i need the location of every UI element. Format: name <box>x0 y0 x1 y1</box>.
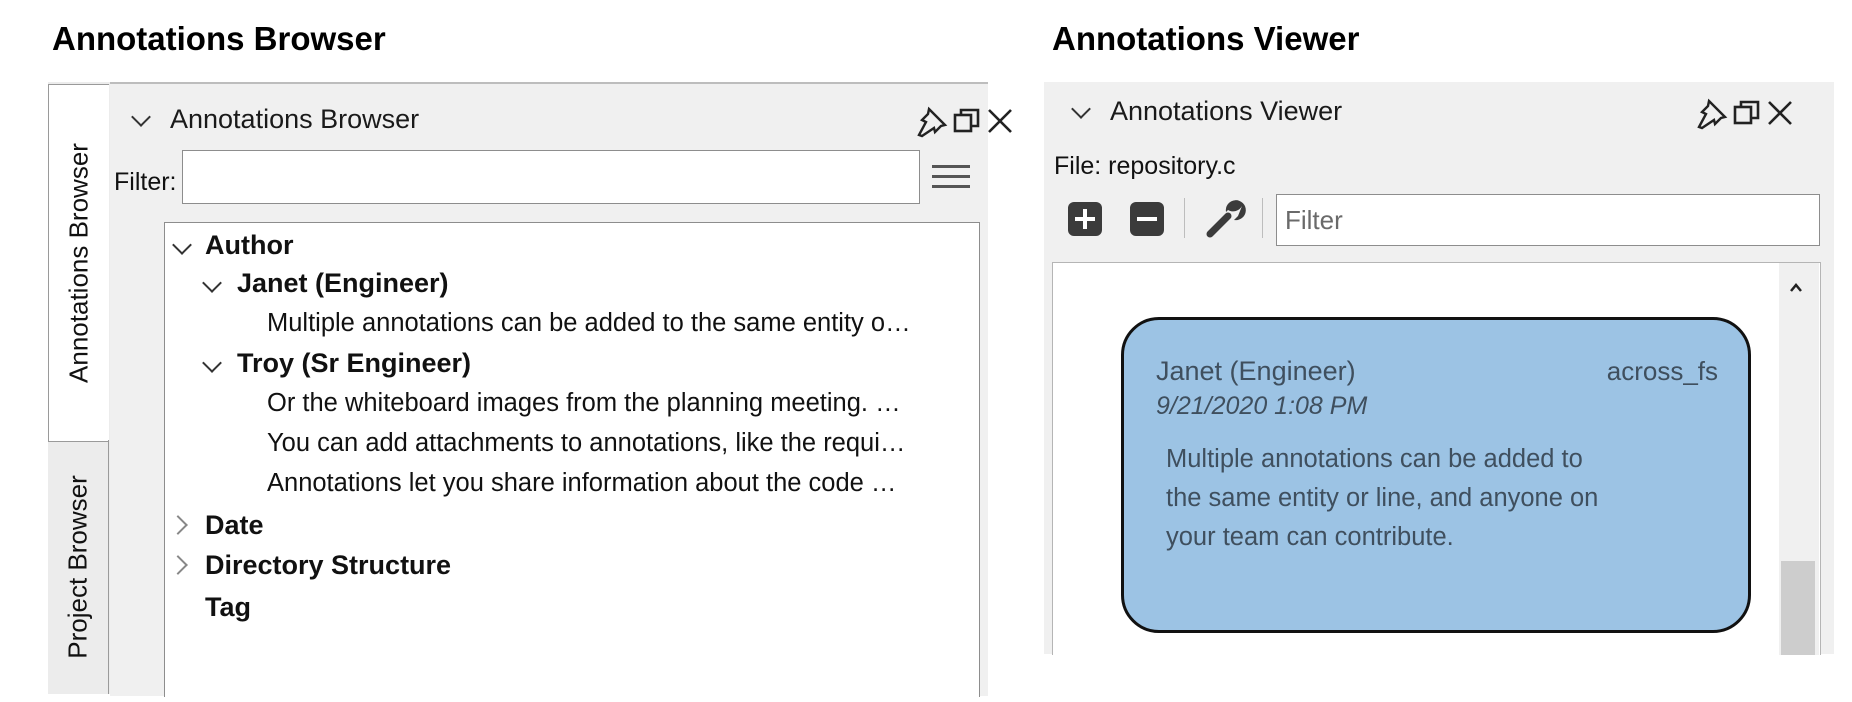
pin-icon[interactable] <box>1696 98 1728 130</box>
card-body-line: your team can contribute. <box>1166 523 1454 551</box>
tree-node-directory-structure[interactable]: Directory Structure <box>165 545 965 585</box>
hamburger-menu-icon[interactable] <box>932 158 970 195</box>
restore-icon[interactable] <box>952 106 982 136</box>
annotations-viewer-window: Annotations Viewer File: repository.c Fi… <box>1044 82 1834 655</box>
scroll-up-icon[interactable] <box>1789 281 1803 295</box>
tree-node-janet[interactable]: Janet (Engineer) <box>165 263 965 303</box>
panel-title: Annotations Viewer <box>1110 96 1343 126</box>
tab-project-browser[interactable]: Project Browser <box>48 440 109 694</box>
filter-label: Filter: <box>114 168 177 196</box>
tab-annotations-browser[interactable]: Annotations Browser <box>48 84 109 442</box>
tree-node-date[interactable]: Date <box>165 505 965 545</box>
chevron-down-icon[interactable] <box>172 235 192 255</box>
tree-node-label: Troy (Sr Engineer) <box>237 348 472 378</box>
tree-node-troy[interactable]: Troy (Sr Engineer) <box>165 343 965 383</box>
tree-leaf-annotation[interactable]: You can add attachments to annotations, … <box>267 423 905 463</box>
viewer-section-title: Annotations Viewer <box>1052 20 1360 57</box>
panel-title: Annotations Browser <box>170 104 420 134</box>
collapse-panel-chevron-icon[interactable] <box>1071 99 1091 119</box>
card-entity[interactable]: across_fs <box>1607 356 1718 387</box>
chevron-down-icon[interactable] <box>202 353 222 373</box>
collapse-panel-chevron-icon[interactable] <box>131 107 151 127</box>
annotations-browser-panel: Annotations Browser Filter: Author Janet… <box>110 82 1012 697</box>
card-body-line: Multiple annotations can be added to <box>1166 445 1583 473</box>
tree-leaf-annotation[interactable]: Multiple annotations can be added to the… <box>267 303 911 343</box>
restore-icon[interactable] <box>1732 98 1762 128</box>
vertical-scrollbar[interactable] <box>1779 263 1819 655</box>
annotations-browser-window: Annotations Browser Project Browser Anno… <box>48 82 1012 697</box>
file-label: File: repository.c <box>1054 152 1236 180</box>
card-body-line: the same entity or line, and anyone on <box>1166 484 1599 512</box>
chevron-right-icon[interactable] <box>168 555 188 575</box>
browser-section-title: Annotations Browser <box>52 20 386 57</box>
tree-node-label: Date <box>205 510 264 540</box>
close-icon[interactable] <box>986 106 1014 136</box>
minus-icon[interactable] <box>1130 202 1164 236</box>
scrollbar-thumb[interactable] <box>1781 561 1815 655</box>
plus-icon[interactable] <box>1068 202 1102 236</box>
vertical-tab-strip: Annotations Browser Project Browser <box>48 82 110 694</box>
filter-input[interactable] <box>182 150 920 204</box>
card-author: Janet (Engineer) <box>1156 356 1356 386</box>
chevron-down-icon[interactable] <box>202 273 222 293</box>
chevron-right-icon[interactable] <box>168 515 188 535</box>
tree-node-label: Author <box>205 230 294 260</box>
annotation-card[interactable]: Janet (Engineer) across_fs 9/21/2020 1:0… <box>1121 317 1751 633</box>
tab-annotations-browser-label: Annotations Browser <box>63 143 94 383</box>
close-icon[interactable] <box>1766 98 1794 128</box>
tree-node-author[interactable]: Author <box>165 225 965 265</box>
tab-project-browser-label: Project Browser <box>62 475 93 659</box>
tree-node-tag[interactable]: Tag <box>205 587 251 627</box>
annotations-viewer-content: Janet (Engineer) across_fs 9/21/2020 1:0… <box>1052 262 1821 655</box>
tree-node-label: Directory Structure <box>205 550 452 580</box>
card-date: 9/21/2020 1:08 PM <box>1156 392 1368 420</box>
toolbar-separator <box>1262 198 1263 238</box>
tree-leaf-annotation[interactable]: Annotations let you share information ab… <box>267 463 896 503</box>
card-body: Multiple annotations can be added to the… <box>1166 440 1726 557</box>
wrench-icon[interactable] <box>1204 196 1248 240</box>
tree-node-label: Janet (Engineer) <box>237 268 449 298</box>
pin-icon[interactable] <box>916 106 948 138</box>
filter-input[interactable]: Filter <box>1276 194 1820 246</box>
annotations-tree: Author Janet (Engineer) Multiple annotat… <box>164 222 980 697</box>
tree-leaf-annotation[interactable]: Or the whiteboard images from the planni… <box>267 383 901 423</box>
toolbar-separator <box>1184 198 1185 238</box>
